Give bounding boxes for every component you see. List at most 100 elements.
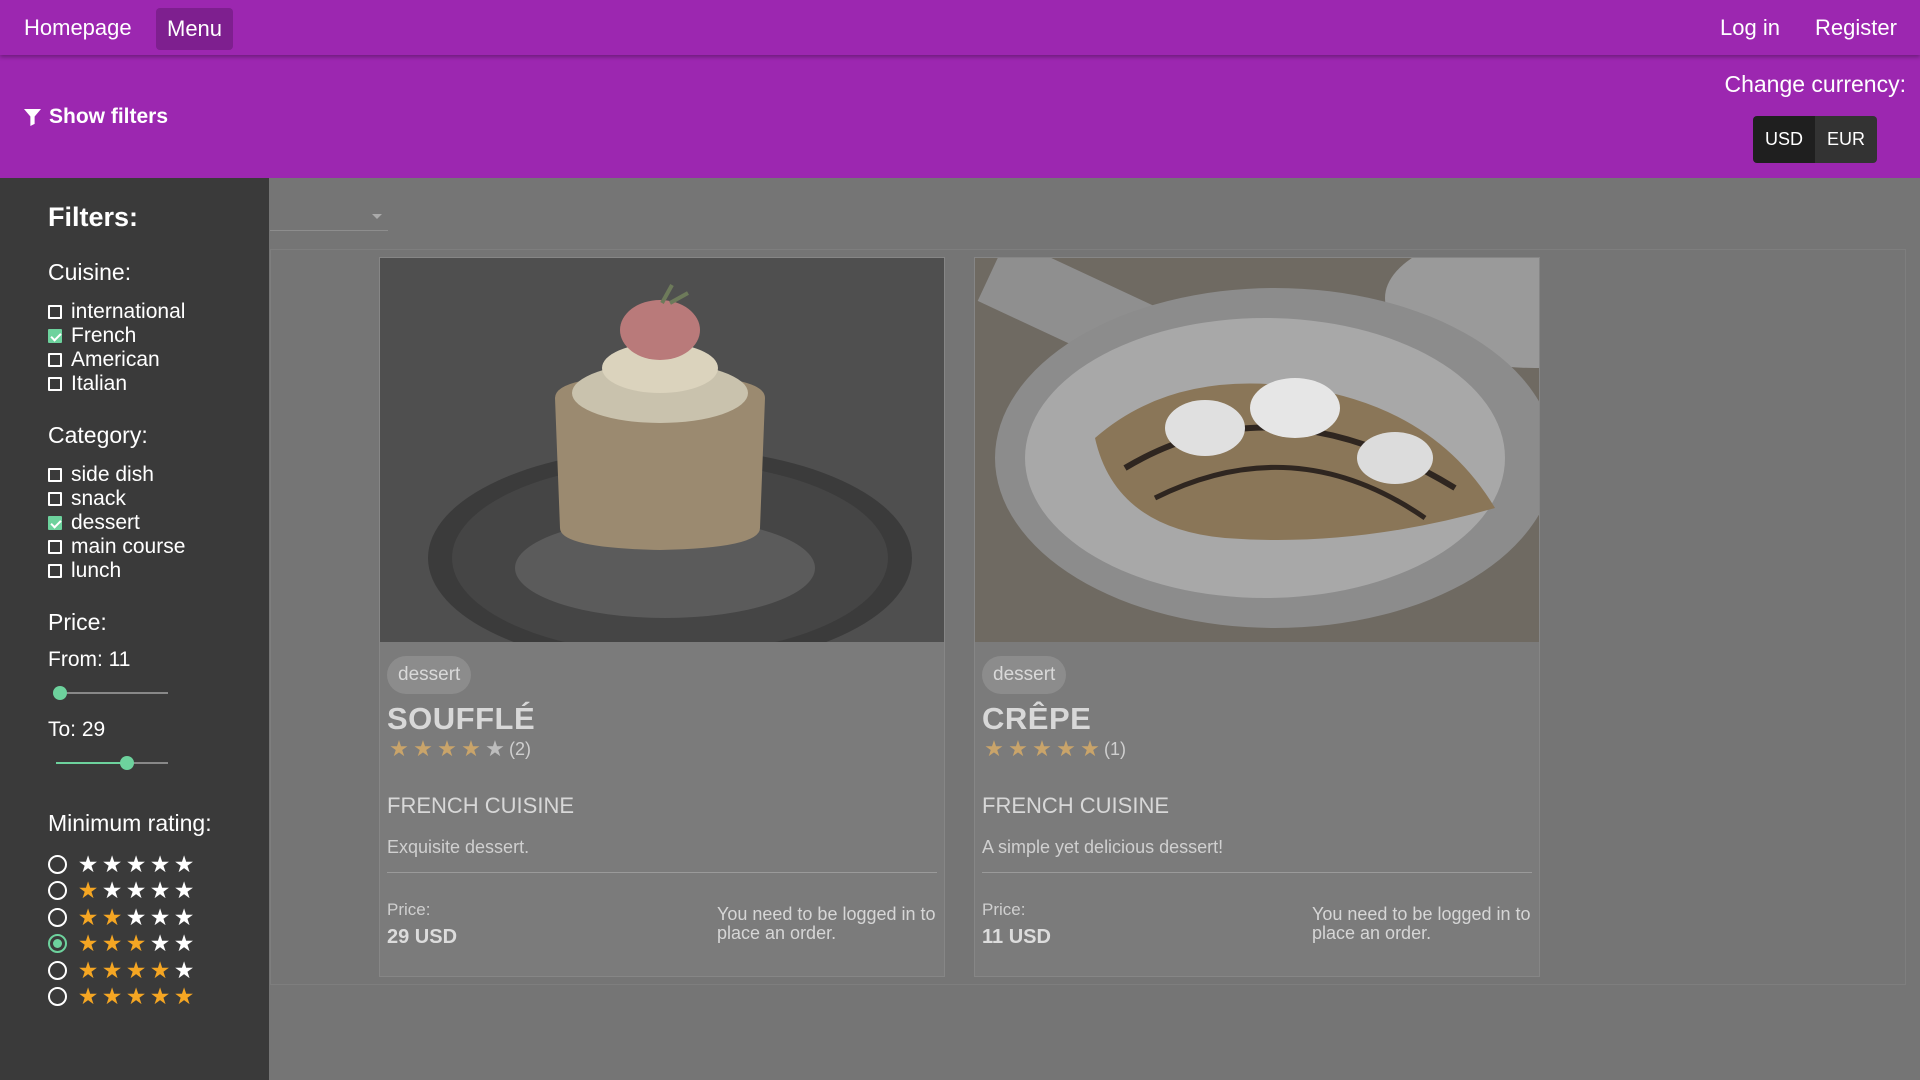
categories-checkbox-lunch[interactable]: lunch	[48, 559, 269, 583]
crepe-image	[975, 258, 1539, 642]
cuisines-checkbox-french[interactable]: French	[48, 324, 269, 348]
nav-login-link[interactable]: Log in	[1720, 0, 1780, 55]
dish-price: 29 USD	[387, 926, 458, 948]
checkbox-box[interactable]	[48, 468, 62, 482]
currency-toggle: USD EUR	[1753, 116, 1878, 163]
radio-button[interactable]	[48, 881, 67, 901]
star-icon: ★	[125, 930, 147, 957]
radio-button[interactable]	[48, 960, 67, 980]
dish-name: SOUFFLÉ	[387, 701, 536, 736]
star-icon: ★	[125, 877, 147, 904]
star-icon: ★	[101, 903, 123, 930]
star-icon: ★	[173, 930, 195, 957]
menu-card-crepe[interactable]: dessert CRÊPE ★ ★ ★ ★ ★ (1) FRENCH CUISINE A…	[974, 257, 1540, 977]
checkbox-box[interactable]	[48, 564, 62, 578]
star-icon: ★	[1056, 736, 1076, 761]
rating-count: (1)	[1104, 738, 1126, 759]
rating-option-5[interactable]: ★ ★ ★ ★ ★	[48, 984, 269, 1011]
checkbox-label: lunch	[71, 559, 122, 582]
cuisines-checkbox-american[interactable]: American	[48, 348, 269, 372]
star-icon: ★	[149, 930, 171, 957]
star-icon: ★	[101, 983, 123, 1010]
currency-eur-button[interactable]: EUR	[1815, 116, 1878, 163]
rating-option-0[interactable]: ★ ★ ★ ★ ★	[48, 851, 269, 878]
star-icon: ★	[101, 956, 123, 983]
checkbox-box[interactable]	[48, 540, 62, 554]
star-icon: ★	[149, 903, 171, 930]
checkbox-label: American	[71, 348, 160, 371]
star-icon: ★	[149, 850, 171, 877]
nav-register-link[interactable]: Register	[1815, 0, 1897, 55]
checkbox-box[interactable]	[48, 516, 62, 530]
radio-button[interactable]	[48, 934, 67, 954]
filter-bar: Show filters Change currency: USD EUR	[0, 55, 1920, 178]
categories-checkbox-main-course[interactable]: main course	[48, 535, 269, 559]
star-icon: ★	[101, 850, 123, 877]
price-to-slider[interactable]	[56, 752, 168, 774]
filters-title: Filters:	[48, 202, 139, 232]
rating-options: ★ ★ ★ ★ ★ ★ ★ ★ ★ ★ ★ ★ ★ ★ ★ ★ ★ ★ ★ ★ ★ ★ ★ ★ ★ ★ ★ ★ ★ ★	[48, 851, 269, 1010]
categories-checkbox-dessert[interactable]: dessert	[48, 511, 269, 535]
show-filters-button[interactable]: Show filters	[24, 105, 168, 129]
price-caption: Price:	[387, 900, 431, 919]
menu-card-souffle[interactable]: dessert SOUFFLÉ ★ ★ ★ ★ ★ (2) FRENCH CUISINE…	[379, 257, 945, 977]
sort-select[interactable]	[270, 195, 388, 231]
cuisine-list: international French American Italian	[48, 300, 269, 396]
star-icon: ★	[173, 956, 195, 983]
dish-cuisine: FRENCH CUISINE	[387, 793, 575, 818]
rating-option-4[interactable]: ★ ★ ★ ★ ★	[48, 957, 269, 984]
star-icon: ★	[77, 903, 99, 930]
checkbox-box[interactable]	[48, 305, 62, 319]
radio-button[interactable]	[48, 854, 67, 874]
radio-button[interactable]	[48, 987, 67, 1007]
category-list: side dish snack dessert main course lunch	[48, 463, 269, 583]
cuisines-checkbox-italian[interactable]: Italian	[48, 372, 269, 396]
star-icon: ★	[389, 736, 409, 761]
checkbox-label: snack	[71, 487, 126, 510]
category-label: Category:	[48, 422, 148, 448]
star-icon: ★	[77, 930, 99, 957]
login-required-message: You need to be logged in to place an ord…	[717, 904, 936, 943]
checkbox-box[interactable]	[48, 377, 62, 391]
currency-usd-button[interactable]: USD	[1753, 116, 1816, 163]
checkbox-box[interactable]	[48, 329, 62, 343]
star-icon: ★	[173, 983, 195, 1010]
price-to-thumb[interactable]	[119, 756, 134, 770]
checkbox-box[interactable]	[48, 492, 62, 506]
checkbox-label: side dish	[71, 463, 154, 486]
nav-menu-link[interactable]: Menu	[156, 8, 234, 50]
currency-label: Change currency:	[1724, 71, 1906, 97]
souffle-image	[380, 258, 944, 642]
login-required-message: You need to be logged in to place an ord…	[1312, 904, 1531, 943]
dish-cuisine: FRENCH CUISINE	[982, 793, 1170, 818]
dish-name: CRÊPE	[982, 701, 1092, 736]
rating-option-2[interactable]: ★ ★ ★ ★ ★	[48, 904, 269, 931]
categories-checkbox-side-dish[interactable]: side dish	[48, 463, 269, 487]
categories-checkbox-snack[interactable]: snack	[48, 487, 269, 511]
star-icon: ★	[125, 850, 147, 877]
nav-homepage-link[interactable]: Homepage	[24, 0, 132, 55]
category-chip: dessert	[387, 656, 472, 694]
star-icon: ★	[77, 850, 99, 877]
star-icon: ★	[437, 736, 457, 761]
checkbox-label: Italian	[71, 372, 128, 395]
price-from-slider[interactable]	[53, 682, 168, 704]
min-rating-label: Minimum rating:	[48, 810, 212, 836]
checkbox-label: dessert	[71, 511, 140, 534]
star-icon: ★	[149, 877, 171, 904]
price-from-thumb[interactable]	[53, 686, 68, 700]
cuisines-checkbox-international[interactable]: international	[48, 300, 269, 324]
star-icon: ★	[1008, 736, 1028, 761]
price-from-label: From: 11	[48, 648, 131, 671]
checkbox-box[interactable]	[48, 353, 62, 367]
rating-option-3[interactable]: ★ ★ ★ ★ ★	[48, 931, 269, 958]
price-label: Price:	[48, 609, 107, 635]
star-icon: ★	[101, 877, 123, 904]
star-icon: ★	[173, 903, 195, 930]
star-icon: ★	[149, 983, 171, 1010]
rating-option-1[interactable]: ★ ★ ★ ★ ★	[48, 878, 269, 905]
star-icon: ★	[1080, 736, 1100, 761]
star-icon: ★	[413, 736, 433, 761]
chevron-down-icon	[372, 214, 382, 219]
radio-button[interactable]	[48, 907, 67, 927]
